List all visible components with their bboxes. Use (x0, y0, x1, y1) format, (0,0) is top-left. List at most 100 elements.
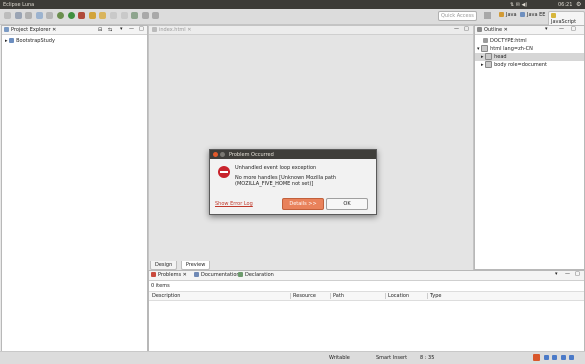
problems-icon (151, 272, 156, 277)
tree-item[interactable]: ▸ BootstrapStudy (2, 37, 147, 45)
outline-item[interactable]: DOCTYPE:html (475, 37, 584, 45)
problems-tabbar: Problems ✕ Documentation Declaration ▾ —… (149, 271, 584, 281)
external-tools-icon[interactable] (78, 12, 86, 19)
tab-problems[interactable]: Problems ✕ (151, 272, 187, 278)
outline-tab[interactable]: Outline ✕ (477, 27, 508, 33)
project-explorer-tab[interactable]: Project Explorer ✕ (4, 27, 56, 33)
outline-item[interactable]: ▸ body role=document (475, 61, 584, 69)
tab-declaration[interactable]: Declaration (238, 272, 274, 278)
outline-item-label: DOCTYPE:html (490, 38, 527, 44)
element-icon (485, 53, 493, 60)
nav-forward-icon[interactable] (120, 12, 128, 19)
problems-maximize-icon[interactable]: □ (575, 271, 580, 277)
expand-icon[interactable]: ▸ (5, 38, 8, 44)
outline-item-label: head (494, 54, 507, 60)
tab-design[interactable]: Design (150, 261, 178, 270)
tab-documentation[interactable]: Documentation (194, 272, 240, 278)
error-dialog: Problem Occurred Unhandled event loop ex… (209, 149, 377, 215)
outline-panel: Outline ✕ ▾ — □ DOCTYPE:html ▾ html lang… (474, 25, 585, 270)
expand-icon[interactable]: ▸ (481, 54, 484, 60)
link-editor-icon[interactable]: ⇆ (108, 27, 112, 33)
problems-menu-icon[interactable]: ▾ (555, 271, 558, 277)
print-icon[interactable] (25, 12, 33, 19)
layout-icon[interactable] (131, 12, 139, 19)
outline-item[interactable]: ▾ html lang=zh-CN (475, 45, 584, 53)
outline-minimize-icon[interactable]: — (559, 26, 564, 32)
outline-menu-icon[interactable]: ▾ (545, 26, 548, 32)
refresh-icon[interactable] (152, 12, 160, 19)
column-header[interactable]: Path (330, 293, 344, 299)
toolbar-buttons (4, 12, 161, 19)
show-error-log-link[interactable]: Show Error Log (215, 201, 253, 207)
tab-problems-label: Problems (158, 272, 182, 278)
view-menu-icon[interactable]: ▾ (120, 26, 123, 32)
status-cursor-position: 8 : 35 (420, 355, 435, 361)
nav-back-icon[interactable] (109, 12, 117, 19)
collapse-all-icon[interactable]: ⊟ (98, 27, 102, 33)
minimize-dialog-icon[interactable] (220, 152, 225, 157)
editor-tab[interactable]: index.html ✕ (152, 27, 191, 33)
tab-preview[interactable]: Preview (180, 261, 211, 270)
expand-icon[interactable]: ▸ (481, 62, 484, 68)
project-explorer-header: Project Explorer ✕ ⊟ ⇆ ▾ — □ (2, 26, 147, 35)
open-perspective-icon[interactable] (484, 12, 491, 19)
dialog-title-bar: Problem Occurred (210, 150, 376, 159)
column-header[interactable]: Location (385, 293, 409, 299)
documentation-icon (194, 272, 199, 277)
perspective-javaee[interactable]: Java EE (520, 12, 545, 18)
problems-table-header: Description Resource Path Location Type (149, 291, 584, 301)
outline-item-label: body role=document (494, 62, 547, 68)
main-toolbar: Quick Access Java Java EE JavaScript (0, 9, 585, 27)
problems-minimize-icon[interactable]: — (565, 271, 570, 277)
dialog-detail: No more handles [Unknown Mozilla path (M… (235, 175, 337, 187)
editor-maximize-icon[interactable]: □ (464, 26, 469, 32)
keyboard-icon[interactable] (543, 355, 549, 360)
status-insert-mode: Smart Insert (376, 355, 408, 361)
tray-icons (533, 354, 576, 361)
debug-icon[interactable] (56, 12, 64, 19)
gear-icon[interactable]: ⚙ (576, 1, 581, 8)
save-icon[interactable] (14, 12, 22, 19)
annotation-icon[interactable] (99, 12, 107, 19)
search-icon[interactable] (46, 12, 54, 19)
editor-tab-label: index.html (159, 27, 186, 33)
close-icon[interactable] (213, 152, 218, 157)
editor-tabbar: index.html ✕ — □ (149, 26, 473, 35)
declaration-icon (238, 272, 243, 277)
column-header[interactable]: Resource (290, 293, 316, 299)
outline-maximize-icon[interactable]: □ (571, 26, 576, 32)
status-writable: Writable (329, 355, 350, 361)
window-title-bar: Eclipse Luna ⇅ ✉ ◀) 06:21 ⚙ (0, 0, 585, 9)
run-icon[interactable] (67, 12, 75, 19)
open-type-icon[interactable] (35, 12, 43, 19)
dialog-title: Problem Occurred (229, 152, 274, 158)
editor-minimize-icon[interactable]: — (454, 26, 459, 32)
collapse-icon[interactable]: ▾ (477, 46, 480, 52)
project-explorer-panel: Project Explorer ✕ ⊟ ⇆ ▾ — □ ▸ Bootstrap… (1, 25, 148, 352)
minimize-icon[interactable]: — (129, 26, 134, 32)
punctuation-icon[interactable] (552, 355, 558, 360)
column-header[interactable]: Description (152, 293, 180, 299)
column-header[interactable]: Type (427, 293, 441, 299)
softkbd-icon[interactable] (560, 355, 566, 360)
outline-icon (477, 27, 482, 32)
maximize-icon[interactable]: □ (139, 26, 144, 32)
layout-split-icon[interactable] (141, 12, 149, 19)
quick-access-input[interactable]: Quick Access (438, 11, 477, 21)
perspective-java[interactable]: Java (499, 12, 517, 18)
error-icon (218, 166, 230, 178)
outline-item-selected[interactable]: ▸ head (475, 53, 584, 61)
perspective-javaee-label: Java EE (527, 12, 546, 18)
ime-icon[interactable] (533, 354, 540, 361)
outline-item-label: html lang=zh-CN (490, 46, 533, 52)
new-wizard-icon[interactable] (88, 12, 96, 19)
dialog-message: Unhandled event loop exception (235, 165, 317, 171)
new-icon[interactable] (4, 12, 11, 19)
details-button[interactable]: Details >> (282, 198, 324, 210)
tab-declaration-label: Declaration (245, 272, 274, 278)
ok-button[interactable]: OK (326, 198, 368, 210)
clock: 06:21 (558, 2, 573, 8)
window-title: Eclipse Luna (3, 2, 35, 8)
settings-icon[interactable] (569, 355, 575, 360)
project-icon (9, 38, 15, 43)
